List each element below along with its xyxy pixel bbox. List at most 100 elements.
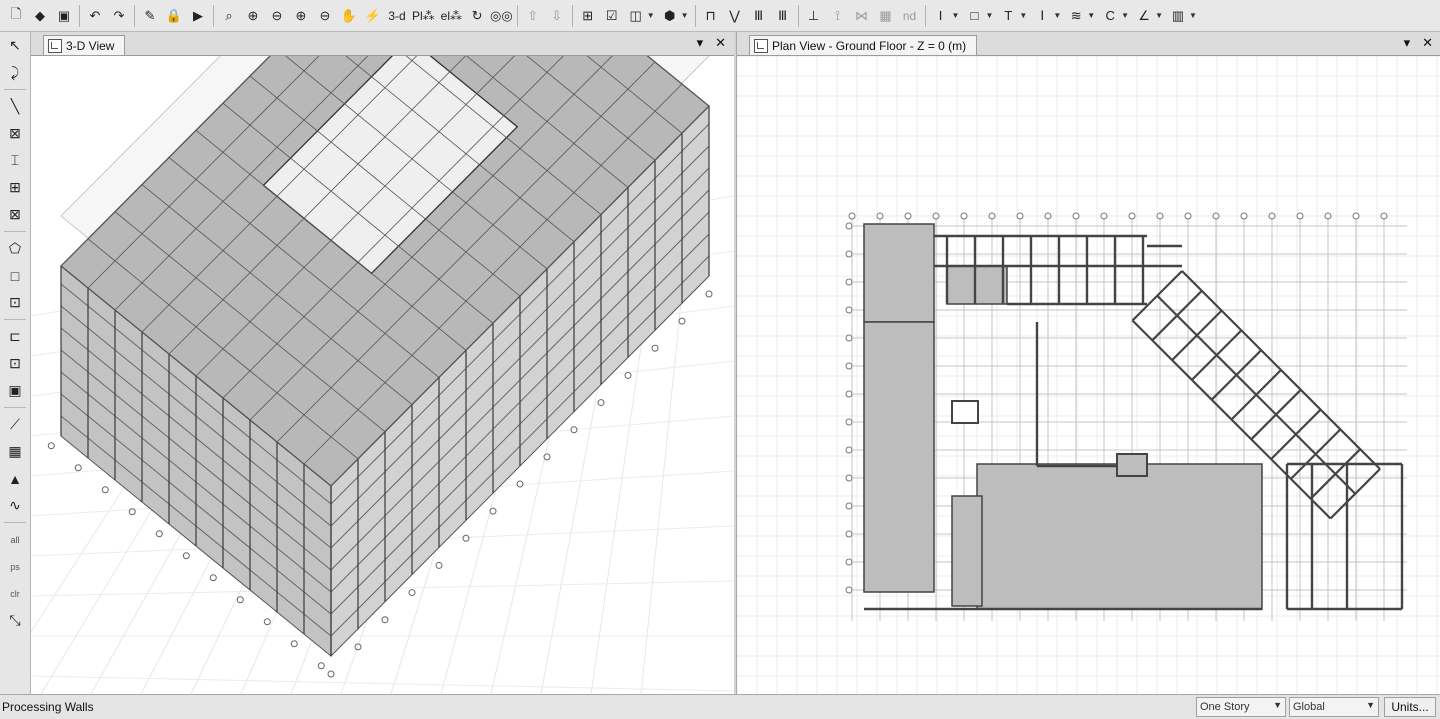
wand-icon[interactable]: ⚡ bbox=[362, 3, 384, 29]
extrude-icon[interactable]: ⬢ bbox=[659, 3, 681, 29]
run-analysis-icon[interactable]: ▶ bbox=[187, 3, 209, 29]
select-previous-button[interactable]: ps bbox=[3, 553, 27, 580]
section-h-icon[interactable]: Ⅰ bbox=[1031, 3, 1053, 29]
joint-icon[interactable]: ⊥ bbox=[803, 3, 825, 29]
section-box-icon[interactable]: □ bbox=[963, 3, 985, 29]
zoom-restore-icon[interactable]: ⊕ bbox=[290, 3, 312, 29]
grid-bubble bbox=[845, 474, 853, 482]
draw-beam-region-icon[interactable]: ⊞ bbox=[3, 174, 27, 201]
grid-bubble bbox=[1352, 212, 1360, 220]
3d-model-drawing bbox=[31, 56, 734, 694]
story-select[interactable]: One Story ▼ bbox=[1196, 697, 1286, 717]
save-model-icon[interactable]: ▣ bbox=[53, 3, 75, 29]
chevron-down-icon[interactable]: ▼ bbox=[985, 11, 993, 20]
lock-icon[interactable]: 🔒 bbox=[163, 3, 185, 29]
move-up-icon[interactable]: ⇧ bbox=[522, 3, 544, 29]
view-3d-button[interactable]: 3-d bbox=[386, 3, 408, 29]
set-display-icon[interactable]: ⊞ bbox=[577, 3, 599, 29]
move-down-icon[interactable]: ⇩ bbox=[546, 3, 568, 29]
draw-column-icon[interactable]: ⌶ bbox=[3, 147, 27, 174]
chevron-down-icon[interactable]: ▼ bbox=[1189, 11, 1197, 20]
draw-panel-icon[interactable]: ▣ bbox=[3, 377, 27, 404]
brace-icon[interactable]: ⋁ bbox=[724, 3, 746, 29]
pan-hand-icon[interactable]: ✋ bbox=[338, 3, 360, 29]
zoom-out-icon[interactable]: ⊖ bbox=[266, 3, 288, 29]
grid-bubble bbox=[236, 596, 244, 604]
draw-wall-icon[interactable]: ⊏ bbox=[3, 323, 27, 350]
pencil-icon[interactable]: ✎ bbox=[139, 3, 161, 29]
rotate-view-icon[interactable]: ↻ bbox=[466, 3, 488, 29]
spring-icon[interactable]: ⟟ bbox=[827, 3, 849, 29]
click-area-icon[interactable]: ⊡ bbox=[3, 289, 27, 316]
dropdown-arrow-icon[interactable]: ▾ bbox=[697, 35, 704, 51]
coord-system-select[interactable]: Global ▼ bbox=[1289, 697, 1379, 717]
frame-icon[interactable]: ⊓ bbox=[700, 3, 722, 29]
toolbar-separator bbox=[4, 231, 26, 232]
grid-bubble bbox=[845, 502, 853, 510]
plan-canvas[interactable] bbox=[737, 56, 1440, 694]
view-elev-button[interactable]: el⁂ bbox=[439, 3, 464, 29]
chevron-down-icon[interactable]: ▼ bbox=[681, 11, 689, 20]
coord-system-value: Global bbox=[1293, 701, 1325, 713]
nd-button[interactable]: nd bbox=[899, 3, 921, 29]
glasses-icon[interactable]: ◎◎ bbox=[490, 3, 513, 29]
undo-icon[interactable]: ↶ bbox=[84, 3, 106, 29]
section-panel-icon[interactable]: ▥ bbox=[1167, 3, 1189, 29]
chevron-down-icon[interactable]: ▼ bbox=[1053, 11, 1061, 20]
chevron-down-icon[interactable]: ▼ bbox=[1121, 11, 1129, 20]
open-model-icon[interactable]: ◆ bbox=[29, 3, 51, 29]
chevron-down-icon[interactable]: ▼ bbox=[647, 11, 655, 20]
grid-bubble bbox=[624, 371, 632, 379]
close-icon[interactable]: ✕ bbox=[1422, 35, 1433, 51]
draw-opening-icon[interactable]: ⊡ bbox=[3, 350, 27, 377]
draw-brace-icon[interactable]: ⊠ bbox=[3, 201, 27, 228]
chevron-down-icon[interactable]: ▼ bbox=[1087, 11, 1095, 20]
draw-poly-area-icon[interactable]: ⬠ bbox=[3, 235, 27, 262]
dropdown-arrow-icon[interactable]: ▾ bbox=[1404, 35, 1411, 51]
wall-icon[interactable]: Ⅲ bbox=[748, 3, 770, 29]
section-t-icon[interactable]: T bbox=[997, 3, 1019, 29]
pier-icon[interactable]: Ⅲ bbox=[772, 3, 794, 29]
redo-icon[interactable]: ↷ bbox=[108, 3, 130, 29]
close-icon[interactable]: ✕ bbox=[715, 35, 726, 51]
draw-line-icon[interactable]: ╲ bbox=[3, 93, 27, 120]
units-button[interactable]: Units... bbox=[1384, 697, 1436, 717]
chevron-down-icon[interactable]: ▼ bbox=[1155, 11, 1163, 20]
object-shrink-icon[interactable]: ◫ bbox=[625, 3, 647, 29]
draw-link-icon[interactable]: ⟋ bbox=[3, 411, 27, 438]
opening-box bbox=[951, 400, 979, 424]
chevron-down-icon[interactable]: ▼ bbox=[1019, 11, 1027, 20]
grid-bubble bbox=[845, 530, 853, 538]
check-display-icon[interactable]: ☑ bbox=[601, 3, 623, 29]
select-pointer-icon[interactable]: ↖ bbox=[3, 32, 27, 59]
3d-model-canvas[interactable] bbox=[31, 56, 734, 694]
select-more-icon[interactable]: ⤡ bbox=[3, 607, 27, 634]
zoom-in-icon[interactable]: ⊕ bbox=[242, 3, 264, 29]
reshape-icon[interactable]: ⤸ bbox=[3, 59, 27, 86]
grid-bubble bbox=[1072, 212, 1080, 220]
draw-angle-icon[interactable]: ∠ bbox=[1133, 3, 1155, 29]
section-i-icon[interactable]: I bbox=[930, 3, 952, 29]
grid-bubble bbox=[155, 530, 163, 538]
draw-grid-icon[interactable]: ▦ bbox=[3, 438, 27, 465]
view-plan-button[interactable]: Pl⁂ bbox=[410, 3, 437, 29]
plan-view-pane[interactable]: Plan View - Ground Floor - Z = 0 (m) ▾ ✕ bbox=[736, 32, 1440, 694]
draw-section-cut-icon[interactable]: ▲ bbox=[3, 465, 27, 492]
draw-dimension-icon[interactable]: ∿ bbox=[3, 492, 27, 519]
zoom-previous-icon[interactable]: ⊖ bbox=[314, 3, 336, 29]
tab-plan-view[interactable]: Plan View - Ground Floor - Z = 0 (m) bbox=[749, 35, 978, 55]
draw-diagonal-icon[interactable]: ⊠ bbox=[3, 120, 27, 147]
grid-shade-icon[interactable]: ▦ bbox=[875, 3, 897, 29]
select-all-button[interactable]: all bbox=[3, 526, 27, 553]
chevron-down-icon[interactable]: ▼ bbox=[952, 11, 960, 20]
slab-panel bbox=[976, 463, 1263, 610]
draw-rect-area-icon[interactable]: □ bbox=[3, 262, 27, 289]
new-model-icon[interactable]: 🗋 bbox=[5, 3, 27, 29]
zoom-window-icon[interactable]: ⌕ bbox=[218, 3, 240, 29]
clear-selection-button[interactable]: clr bbox=[3, 580, 27, 607]
link-icon[interactable]: ⋈ bbox=[851, 3, 873, 29]
tab-3d-view[interactable]: 3-D View bbox=[43, 35, 126, 55]
section-c-icon[interactable]: C bbox=[1099, 3, 1121, 29]
load-line-icon[interactable]: ≋ bbox=[1065, 3, 1087, 29]
3d-view-pane[interactable]: 3-D View ▾ ✕ bbox=[31, 32, 734, 694]
